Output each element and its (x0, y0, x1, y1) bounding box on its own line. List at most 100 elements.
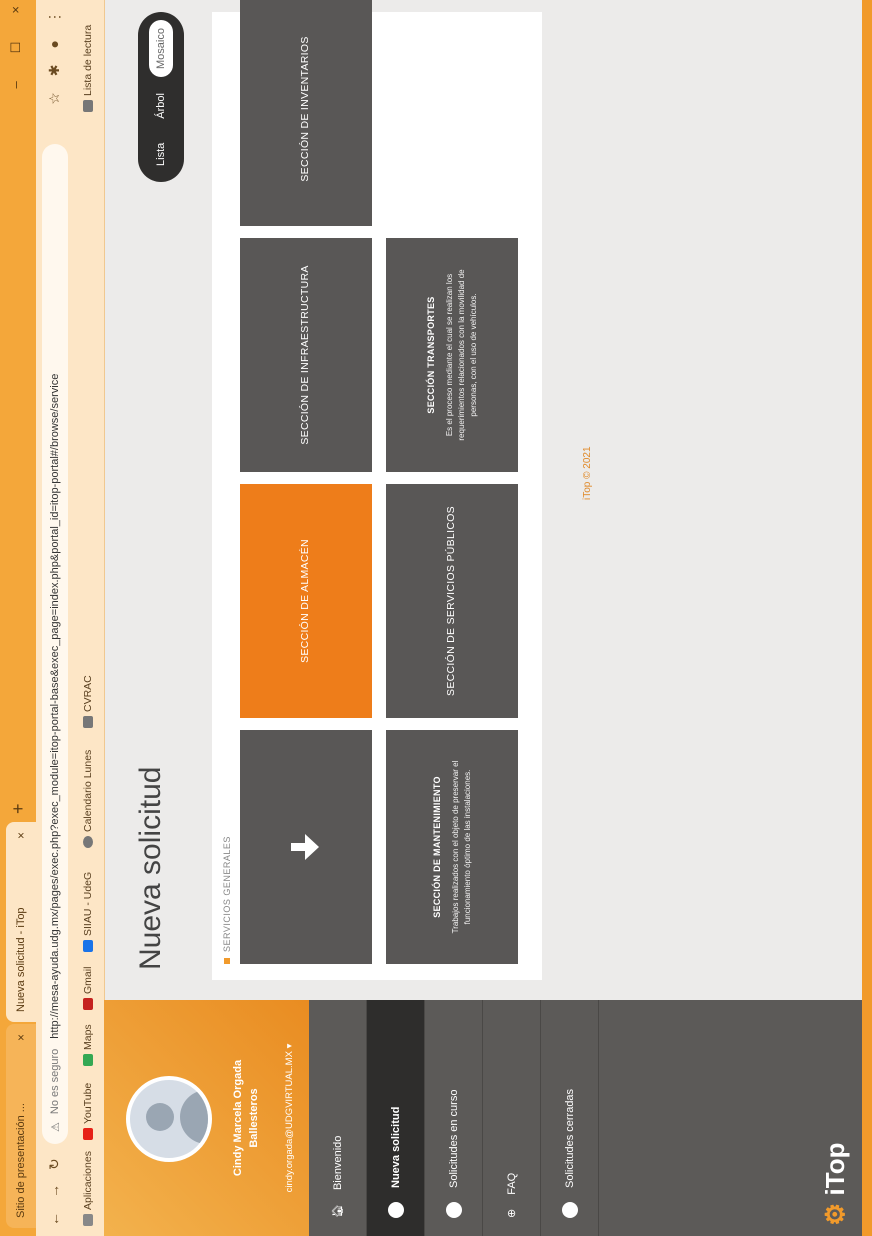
chevron-down-icon: ▾ (284, 1043, 295, 1049)
service-browser: SERVICIOS GENERALES SECCIÓN DE ALMACÉN S… (212, 0, 542, 980)
tile-title: SECCIÓN DE SERVICIOS PÚBLICOS (445, 506, 458, 696)
window-controls: – ☐ × (8, 6, 24, 88)
maximize-button[interactable]: ☐ (8, 42, 24, 54)
view-list-button[interactable]: Lista (149, 135, 173, 174)
tile-mantenimiento[interactable]: SECCIÓN DE MANTENIMIENTO Trabajos realiz… (386, 730, 518, 964)
close-tab-icon[interactable]: × (14, 832, 28, 839)
home-icon: 🏠︎ (332, 1204, 344, 1218)
clock-icon (83, 836, 93, 848)
star-icon[interactable]: ☆ (46, 92, 63, 105)
url-text: http://mesa-ayuda.udg.mx/pages/exec.php?… (49, 373, 61, 1039)
bookmark-label: SIIAU - UdeG (82, 871, 94, 936)
user-name-first: Cindy Marcela Orgada (232, 1059, 244, 1177)
bookmark-calendario[interactable]: Calendario Lunes (82, 750, 94, 848)
sidebar-item-bienvenido[interactable]: 🏠︎ Bienvenido (309, 1000, 367, 1236)
tile-title: SECCIÓN TRANSPORTES (425, 296, 436, 414)
menu-icon[interactable]: ⋮ (46, 10, 63, 24)
gmail-icon (83, 998, 93, 1010)
bookmark-gmail[interactable]: Gmail (82, 967, 94, 1010)
tab-bar: Sitio de presentación ... × Nueva solici… (0, 0, 36, 1236)
ticket-closed-icon (561, 1202, 578, 1218)
sidebar-item-label: Solicitudes cerradas (563, 1088, 576, 1188)
browser-window: Sitio de presentación ... × Nueva solici… (0, 0, 872, 1236)
sidebar-item-label: Nueva solicitud (389, 1106, 402, 1188)
bookmarks-bar: Aplicaciones YouTube Maps Gmail SIIAU - … (74, 0, 105, 1236)
plus-circle-icon (387, 1202, 404, 1218)
bookmark-label: CVRAC (82, 675, 94, 712)
breadcrumb-icon (224, 958, 230, 964)
itop-logo: ⚙ iTop (820, 1143, 851, 1227)
view-mosaic-button[interactable]: Mosaico (149, 20, 173, 77)
close-window-button[interactable]: × (8, 6, 24, 14)
main-content: Nueva solicitud Lista Árbol Mosaico SERV… (104, 0, 872, 1000)
address-bar: ← → ↻ ⚠ No es seguro http://mesa-ayuda.u… (36, 0, 74, 1236)
sidebar-item-label: FAQ (505, 1172, 518, 1195)
avatar[interactable] (126, 1076, 212, 1162)
profile-icon[interactable]: ● (46, 40, 63, 48)
extensions-icon[interactable]: ✱ (46, 64, 63, 76)
maps-icon (83, 1054, 93, 1066)
tile-back[interactable] (240, 730, 372, 964)
reload-icon[interactable]: ↻ (46, 1158, 63, 1170)
tile-title: SECCIÓN DE INFRAESTRUCTURA (299, 265, 312, 445)
minimize-button[interactable]: – (8, 81, 24, 88)
browser-actions: ☆ ✱ ● ⋮ (46, 10, 63, 105)
sidebar-item-solicitudes-cerradas[interactable]: Solicitudes cerradas (541, 1000, 599, 1236)
bookmark-icon (83, 716, 93, 728)
reading-list-icon (83, 100, 93, 112)
reading-list-label: Lista de lectura (82, 24, 94, 96)
bookmark-label: Aplicaciones (82, 1151, 94, 1210)
sidebar-item-nueva-solicitud[interactable]: Nueva solicitud (367, 1000, 425, 1236)
tile-infraestructura[interactable]: SECCIÓN DE INFRAESTRUCTURA (240, 238, 372, 472)
tile-almacen[interactable]: SECCIÓN DE ALMACÉN (240, 484, 372, 718)
sidebar-item-faq[interactable]: ⊕ FAQ (483, 1000, 541, 1236)
tile-transportes[interactable]: SECCIÓN TRANSPORTES Es el proceso median… (386, 238, 518, 472)
sidebar-menu: 🏠︎ Bienvenido Nueva solicitud Solicitudes… (309, 1000, 599, 1236)
breadcrumb[interactable]: SERVICIOS GENERALES (222, 836, 232, 964)
user-name-last: Ballesteros (248, 1088, 260, 1148)
tab-nueva-solicitud[interactable]: Nueva solicitud - iTop × (6, 822, 36, 1022)
view-tree-button[interactable]: Árbol (149, 85, 173, 127)
bookmark-label: Calendario Lunes (82, 749, 94, 832)
sidebar-item-solicitudes-en-curso[interactable]: Solicitudes en curso (425, 1000, 483, 1236)
bookmark-apps[interactable]: Aplicaciones (82, 1151, 94, 1226)
help-icon: ⊕ (506, 1208, 518, 1218)
user-email-text: cindy.orgada@UDGVIRTUAL.MX (284, 1051, 295, 1193)
tile-inventarios[interactable]: SECCIÓN DE INVENTARIOS (240, 0, 372, 226)
gear-icon: ⚙ (820, 1202, 850, 1226)
user-email[interactable]: cindy.orgada@UDGVIRTUAL.MX ▾ (284, 1000, 295, 1236)
avatar-body (180, 1090, 212, 1144)
bookmark-label: YouTube (82, 1082, 94, 1124)
tab-label: Sitio de presentación ... (15, 1103, 27, 1218)
security-label: No es seguro (49, 1048, 61, 1115)
sidebar-item-label: Solicitudes en curso (447, 1089, 460, 1188)
bookmark-siiau[interactable]: SIIAU - UdeG (82, 872, 94, 952)
youtube-icon (83, 1128, 93, 1140)
tile-title: SECCIÓN DE INVENTARIOS (299, 36, 312, 182)
tile-title: SECCIÓN DE MANTENIMIENTO (431, 776, 442, 918)
close-tab-icon[interactable]: × (14, 1034, 28, 1041)
tab-presentation[interactable]: Sitio de presentación ... × (6, 1024, 36, 1228)
footer-text: iTop © 2021 (582, 446, 593, 500)
avatar-head (146, 1103, 174, 1131)
breadcrumb-label: SERVICIOS GENERALES (222, 836, 232, 952)
new-tab-button[interactable]: + (8, 803, 29, 814)
tile-description: Trabajos realizados con el objeto de pre… (451, 760, 472, 934)
bookmark-youtube[interactable]: YouTube (82, 1083, 94, 1140)
sidebar: Cindy Marcela Orgada Ballesteros cindy.o… (104, 1000, 872, 1236)
warning-icon: ⚠ (49, 1122, 62, 1132)
bookmark-label: Gmail (82, 966, 94, 994)
tile-title: SECCIÓN DE ALMACÉN (299, 539, 312, 663)
bottom-accent-bar (862, 0, 872, 1236)
ticket-icon (445, 1202, 462, 1218)
bookmark-cvrac[interactable]: CVRAC (82, 675, 94, 728)
tile-servicios-publicos[interactable]: SECCIÓN DE SERVICIOS PÚBLICOS (386, 484, 518, 718)
bookmark-maps[interactable]: Maps (82, 1024, 94, 1066)
back-icon[interactable]: ← (46, 1212, 63, 1226)
arrow-down-icon (291, 832, 321, 862)
forward-icon[interactable]: → (46, 1184, 63, 1198)
tile-description: Es el proceso mediante el cual se realiz… (445, 269, 478, 441)
url-input[interactable]: ⚠ No es seguro http://mesa-ayuda.udg.mx/… (42, 144, 68, 1144)
reading-list[interactable]: Lista de lectura (82, 25, 94, 112)
tab-label: Nueva solicitud - iTop (15, 907, 27, 1012)
